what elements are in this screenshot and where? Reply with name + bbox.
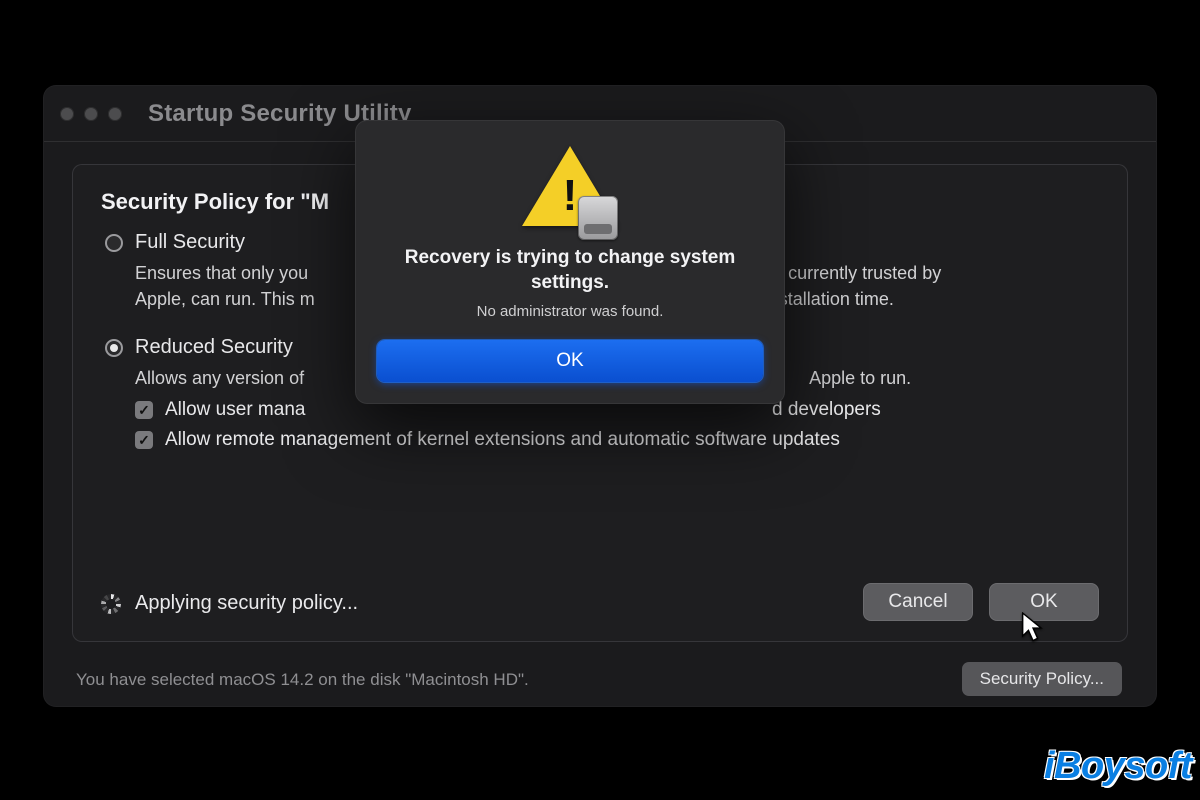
dialog-title: Recovery is trying to change system sett… xyxy=(377,246,763,295)
watermark: iBoysoft xyxy=(1044,745,1192,788)
disk-icon xyxy=(578,196,618,240)
checkbox-icon[interactable]: ✓ xyxy=(135,431,153,449)
spinner-icon xyxy=(101,594,121,614)
option-label: Reduced Security xyxy=(135,336,293,359)
checkbox-remote-management[interactable]: ✓ Allow remote management of kernel exte… xyxy=(135,429,1099,451)
recovery-auth-dialog: ! Recovery is trying to change system se… xyxy=(355,120,785,404)
radio-reduced-security[interactable] xyxy=(105,339,123,357)
checkbox-icon[interactable]: ✓ xyxy=(135,401,153,419)
zoom-dot[interactable] xyxy=(108,107,122,121)
traffic-lights xyxy=(60,107,122,121)
ok-button[interactable]: OK xyxy=(989,583,1099,621)
panel-button-row: Cancel OK xyxy=(863,583,1099,621)
security-policy-button[interactable]: Security Policy... xyxy=(962,662,1122,696)
status-text: Applying security policy... xyxy=(135,592,358,615)
status-row: Applying security policy... xyxy=(101,592,358,615)
cancel-button[interactable]: Cancel xyxy=(863,583,973,621)
dialog-ok-button[interactable]: OK xyxy=(377,340,763,382)
footer-text: You have selected macOS 14.2 on the disk… xyxy=(76,670,529,690)
minimize-dot[interactable] xyxy=(84,107,98,121)
option-label: Full Security xyxy=(135,231,245,254)
warning-icon: ! xyxy=(377,146,763,232)
checkbox-label: Allow remote management of kernel extens… xyxy=(165,429,840,451)
close-dot[interactable] xyxy=(60,107,74,121)
dialog-subtitle: No administrator was found. xyxy=(377,303,763,320)
radio-full-security[interactable] xyxy=(105,234,123,252)
